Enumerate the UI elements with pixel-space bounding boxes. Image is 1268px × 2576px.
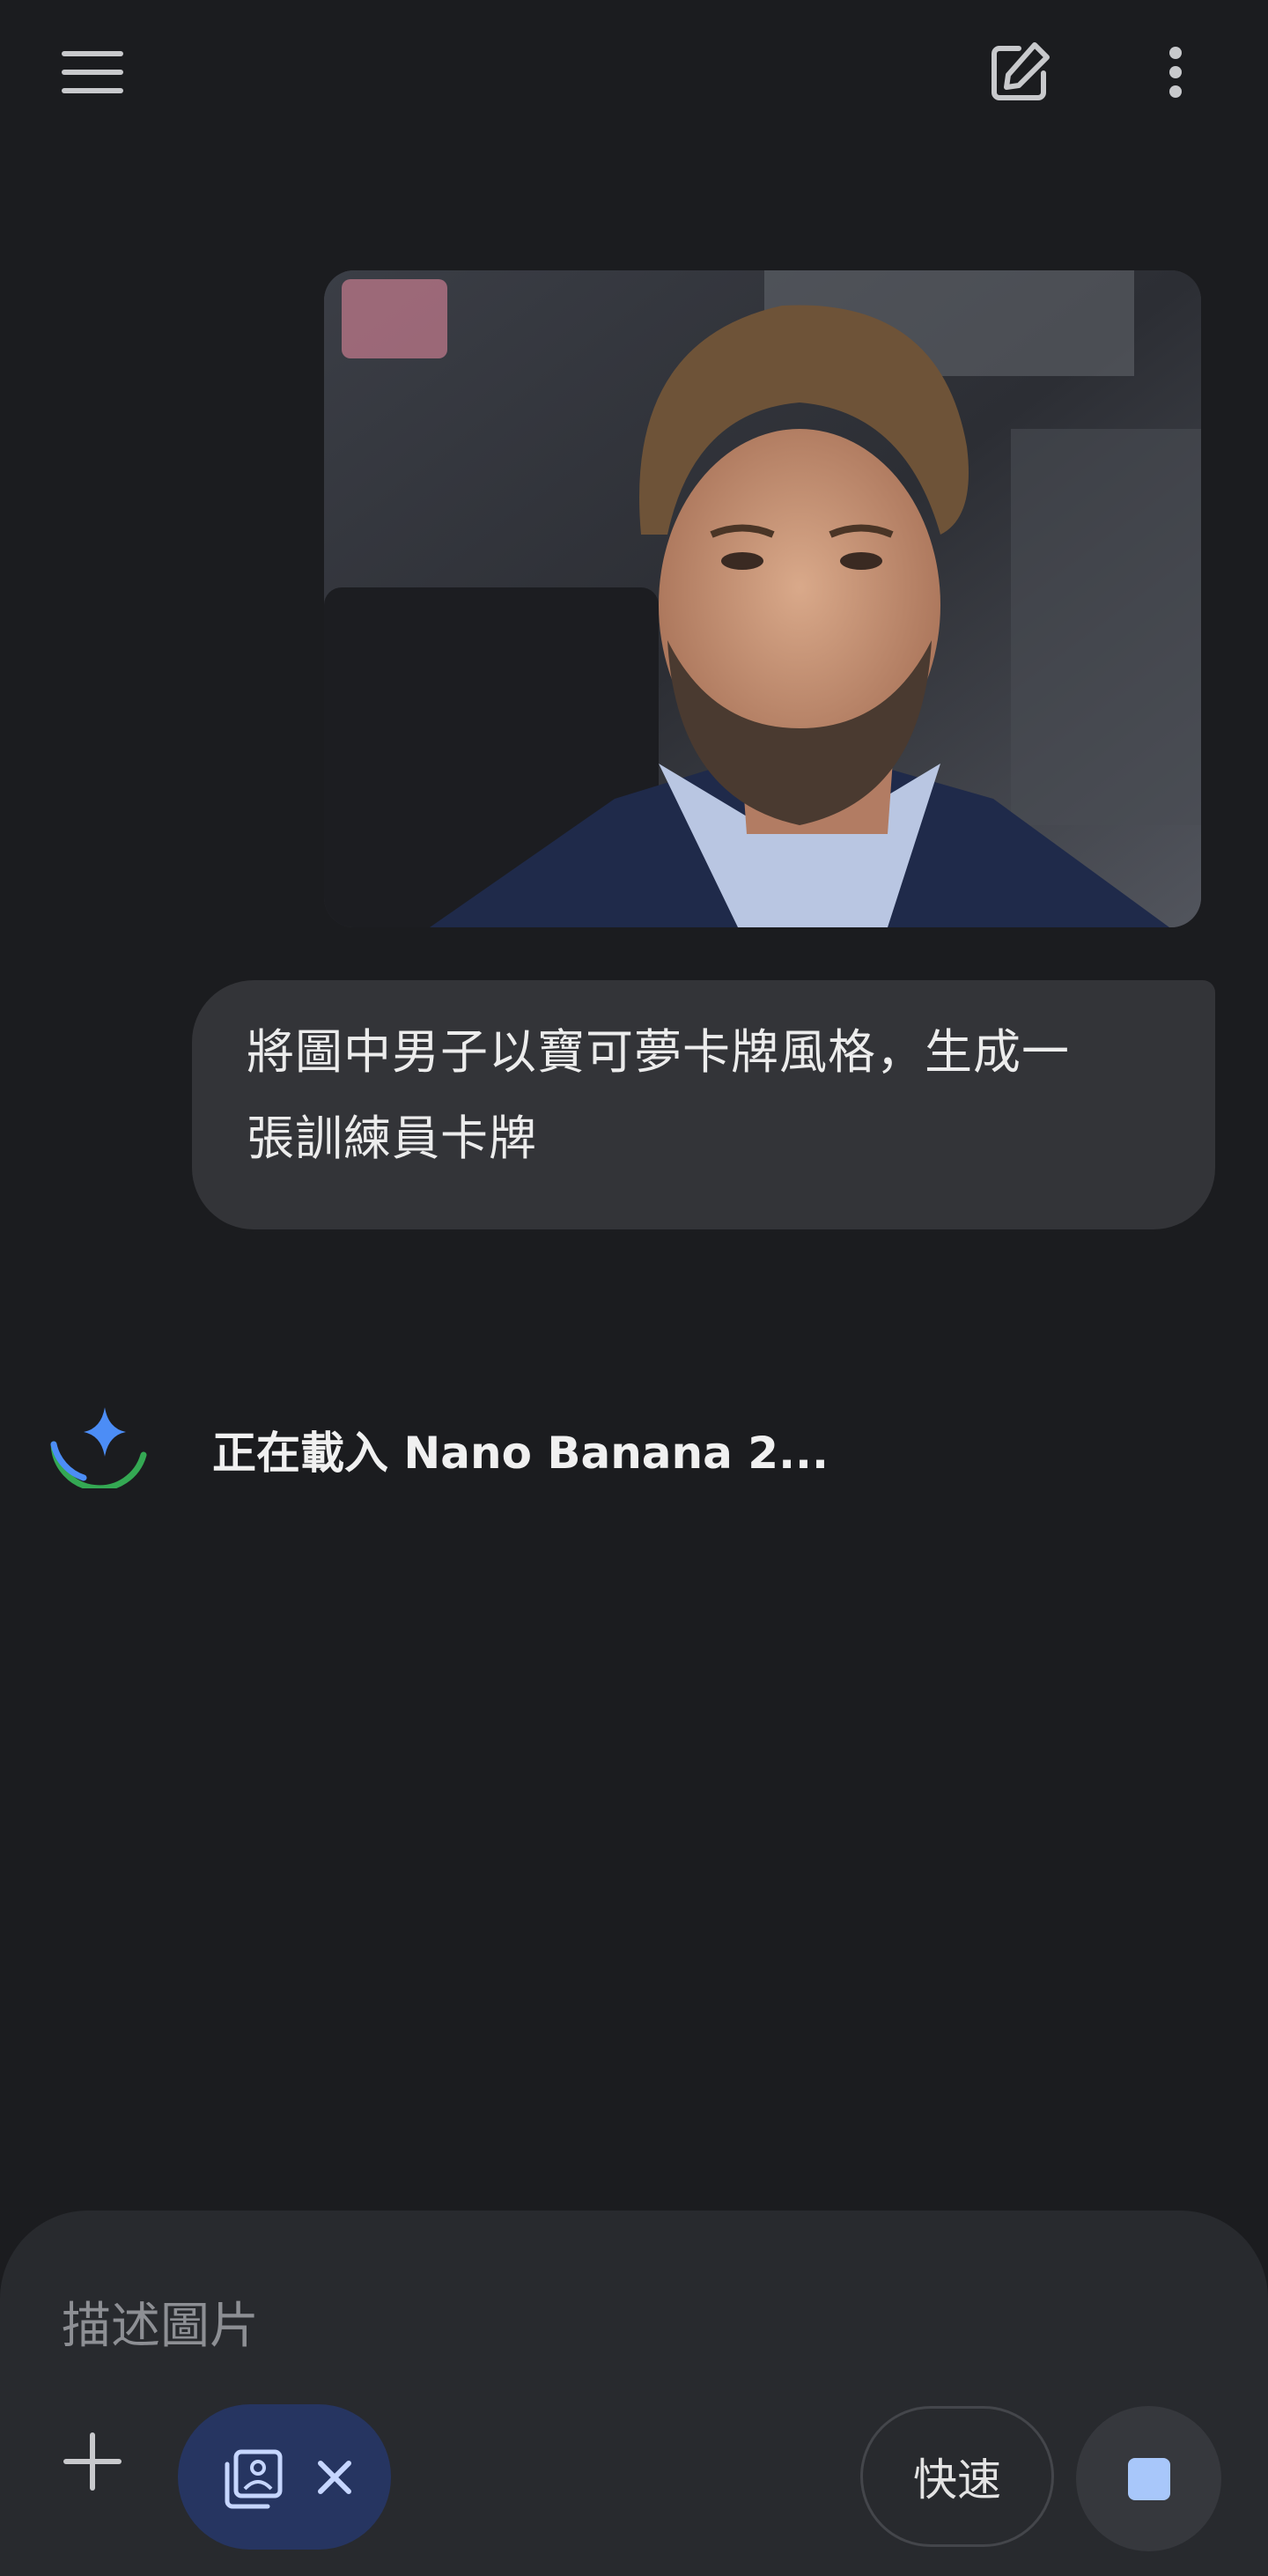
edit-square-icon [992, 42, 1050, 100]
more-options-button[interactable] [1132, 28, 1220, 116]
stop-generation-button[interactable] [1076, 2406, 1221, 2551]
new-chat-button[interactable] [976, 28, 1064, 116]
composer-panel: 快速 [0, 2211, 1268, 2576]
app-root: 將圖中男子以寶可夢卡牌風格，生成一 張訓練員卡牌 正在載入 Nano Banan… [0, 0, 1268, 2576]
user-message-line-2: 張訓練員卡牌 [247, 1111, 537, 1166]
image-gallery-icon [225, 2449, 283, 2509]
uploaded-image[interactable] [324, 270, 1201, 927]
stop-square-icon [1127, 2457, 1170, 2500]
portrait-photo [324, 270, 1201, 927]
add-attachment-button[interactable] [48, 2417, 136, 2506]
menu-button[interactable] [48, 28, 136, 116]
gemini-spark-loading-icon [50, 1407, 147, 1488]
user-message-bubble: 將圖中男子以寶可夢卡牌風格，生成一 張訓練員卡牌 [192, 980, 1215, 1229]
image-tool-chip[interactable] [178, 2404, 391, 2550]
user-message-text: 將圖中男子以寶可夢卡牌風格，生成一 張訓練員卡牌 [247, 1009, 1162, 1182]
mode-selector-button[interactable]: 快速 [860, 2406, 1054, 2547]
loading-status-text: 正在載入 Nano Banana 2... [212, 1428, 829, 1479]
hamburger-menu-icon [62, 51, 123, 93]
top-bar [0, 0, 1268, 150]
user-message-line-1: 將圖中男子以寶可夢卡牌風格，生成一 [247, 1024, 1070, 1080]
plus-icon [63, 2432, 122, 2491]
prompt-input[interactable] [60, 2277, 1208, 2375]
more-vertical-icon [1169, 47, 1182, 98]
assistant-response-row: 正在載入 Nano Banana 2... [48, 1400, 1193, 1488]
close-icon[interactable] [310, 2453, 359, 2502]
